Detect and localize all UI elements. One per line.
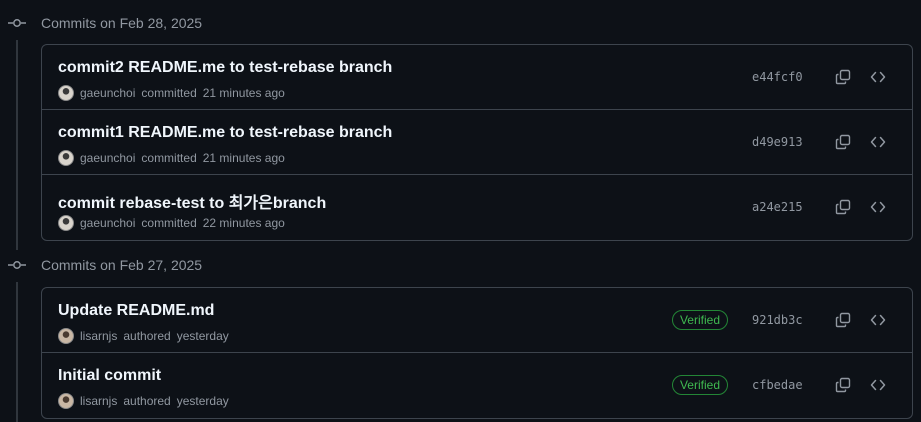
- commit-row[interactable]: commit1 README.me to test-rebase branch …: [42, 110, 912, 175]
- commit-meta: lisarnjs authored yesterday: [58, 393, 229, 409]
- commit-row[interactable]: Update README.md lisarnjs authored yeste…: [42, 288, 912, 353]
- commit-meta: gaeunchoi committed 21 minutes ago: [58, 150, 285, 166]
- copy-icon[interactable]: [831, 308, 855, 332]
- commit-actions: Verified 921db3c: [671, 288, 890, 352]
- commit-row[interactable]: commit2 README.me to test-rebase branch …: [42, 45, 912, 110]
- commit-author[interactable]: gaeunchoi: [80, 151, 135, 165]
- commit-time: yesterday: [176, 329, 229, 343]
- commit-group-title: Commits on Feb 27, 2025: [41, 257, 203, 273]
- commit-sha[interactable]: e44fcf0: [752, 70, 806, 84]
- commit-author[interactable]: lisarnjs: [80, 329, 117, 343]
- commit-row[interactable]: commit rebase-test to 최가은branch gaeuncho…: [42, 175, 912, 240]
- commit-group-header: Commits on Feb 28, 2025: [0, 11, 921, 35]
- commit-group-title: Commits on Feb 28, 2025: [41, 15, 203, 31]
- copy-icon[interactable]: [831, 373, 855, 397]
- commit-time: 21 minutes ago: [202, 151, 285, 165]
- commit-time: yesterday: [176, 394, 229, 408]
- commit-action: committed: [141, 86, 197, 100]
- commit-sha[interactable]: 921db3c: [752, 313, 806, 327]
- commit-message[interactable]: Update README.md: [58, 302, 214, 320]
- timeline-rail: [16, 40, 18, 250]
- commit-sha[interactable]: a24e215: [752, 200, 806, 214]
- commit-actions: e44fcf0: [752, 45, 890, 109]
- verified-badge[interactable]: Verified: [671, 375, 728, 395]
- code-icon[interactable]: [866, 195, 890, 219]
- commit-time: 22 minutes ago: [202, 216, 285, 230]
- commit-time: 21 minutes ago: [202, 86, 285, 100]
- commit-message[interactable]: Initial commit: [58, 367, 161, 385]
- copy-icon[interactable]: [831, 195, 855, 219]
- commit-actions: a24e215: [752, 175, 890, 239]
- verified-badge[interactable]: Verified: [671, 310, 728, 330]
- avatar[interactable]: [58, 393, 74, 409]
- avatar[interactable]: [58, 328, 74, 344]
- git-commit-icon: [8, 16, 26, 30]
- commit-row[interactable]: Initial commit lisarnjs authored yesterd…: [42, 353, 912, 418]
- commit-author[interactable]: gaeunchoi: [80, 86, 135, 100]
- commit-meta: lisarnjs authored yesterday: [58, 328, 229, 344]
- git-commit-icon: [8, 258, 26, 272]
- avatar[interactable]: [58, 150, 74, 166]
- commit-message[interactable]: commit rebase-test to 최가은branch: [58, 189, 326, 213]
- commit-sha[interactable]: cfbedae: [752, 378, 806, 392]
- code-icon[interactable]: [866, 65, 890, 89]
- commit-action: committed: [141, 151, 197, 165]
- code-icon[interactable]: [866, 373, 890, 397]
- commit-actions: d49e913: [752, 110, 890, 174]
- commit-message[interactable]: commit1 README.me to test-rebase branch: [58, 124, 392, 142]
- code-icon[interactable]: [866, 308, 890, 332]
- commit-action: authored: [123, 394, 171, 408]
- copy-icon[interactable]: [831, 65, 855, 89]
- commit-message[interactable]: commit2 README.me to test-rebase branch: [58, 59, 392, 77]
- commit-list: commit2 README.me to test-rebase branch …: [41, 44, 913, 241]
- commit-timeline: Commits on Feb 28, 2025 commit2 README.m…: [0, 0, 921, 422]
- avatar[interactable]: [58, 215, 74, 231]
- commit-actions: Verified cfbedae: [671, 353, 890, 417]
- commit-list: Update README.md lisarnjs authored yeste…: [41, 287, 913, 419]
- copy-icon[interactable]: [831, 130, 855, 154]
- commit-author[interactable]: lisarnjs: [80, 394, 117, 408]
- commit-meta: gaeunchoi committed 21 minutes ago: [58, 85, 285, 101]
- commit-sha[interactable]: d49e913: [752, 135, 806, 149]
- commit-author[interactable]: gaeunchoi: [80, 216, 135, 230]
- avatar[interactable]: [58, 85, 74, 101]
- commit-group-header: Commits on Feb 27, 2025: [0, 253, 921, 277]
- code-icon[interactable]: [866, 130, 890, 154]
- commit-meta: gaeunchoi committed 22 minutes ago: [58, 215, 285, 231]
- timeline-rail: [16, 282, 18, 422]
- commit-action: committed: [141, 216, 197, 230]
- commit-action: authored: [123, 329, 171, 343]
